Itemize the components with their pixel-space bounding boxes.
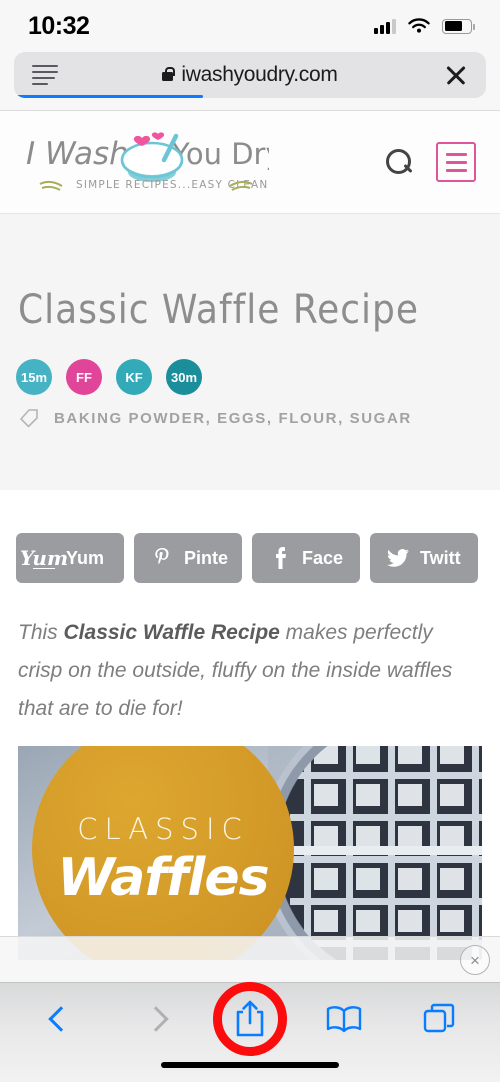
reader-mode-icon[interactable] [32, 64, 58, 86]
toolbar-icons [0, 982, 500, 1056]
recipe-image[interactable]: CLASSIC Waffles [18, 746, 482, 960]
hamburger-menu-icon[interactable] [436, 142, 476, 182]
page-load-progress-bar [14, 94, 203, 98]
recipe-badges: 15m FF KF 30m [16, 359, 202, 395]
facebook-icon [269, 547, 291, 569]
share-button-label: Pinte [184, 547, 229, 568]
intro-bold-title: Classic Waffle Recipe [63, 621, 280, 644]
site-logo[interactable]: I Wash You Dry SIMPLE RECIPES...EASY CLE… [24, 126, 284, 198]
back-chevron-icon [48, 1006, 74, 1032]
recipe-tags-text: BAKING POWDER, EGGS, FLOUR, SUGAR [54, 409, 412, 427]
tabs-icon [423, 1003, 454, 1033]
share-button-pinterest[interactable]: Pinte [134, 533, 242, 583]
forward-chevron-icon [142, 1006, 169, 1032]
search-icon[interactable] [384, 147, 414, 177]
close-icon[interactable]: × [460, 945, 490, 975]
lock-icon [162, 66, 176, 81]
share-button-label: Twitt [420, 547, 461, 568]
badge-line-2: Waffles [57, 848, 269, 908]
tabs-button[interactable] [411, 991, 467, 1047]
social-share-row: Yum Yum Pinte Face Twitt [16, 533, 478, 583]
status-bar: 10:32 [0, 0, 500, 52]
badge-line-1: CLASSIC [77, 812, 249, 846]
browser-window: 10:32 iwashyoudry.com I Wash You Dr SIMP… [0, 0, 500, 1082]
share-button-label: Yum [66, 547, 105, 568]
bookmarks-button[interactable] [316, 991, 372, 1047]
url-text: iwashyoudry.com [181, 63, 338, 86]
yum-icon: Yum [19, 545, 69, 570]
recipe-badge[interactable]: FF [66, 359, 102, 395]
share-button-label: Face [302, 547, 344, 568]
bookmarks-book-icon [327, 1006, 362, 1033]
svg-text:SIMPLE RECIPES...EASY CLEANUP: SIMPLE RECIPES...EASY CLEANUP [76, 179, 269, 191]
status-bar-clock: 10:32 [28, 11, 90, 40]
ad-overlay-bar: × [0, 936, 500, 982]
url-bar-container: iwashyoudry.com [0, 52, 500, 110]
share-button-yum[interactable]: Yum Yum [16, 533, 124, 583]
back-button[interactable] [33, 991, 89, 1047]
url-display: iwashyoudry.com [14, 63, 486, 87]
classic-waffles-badge: CLASSIC Waffles [32, 746, 294, 960]
svg-text:You Dry: You Dry [171, 137, 269, 171]
recipe-tags: BAKING POWDER, EGGS, FLOUR, SUGAR [18, 407, 412, 429]
recipe-badge[interactable]: KF [116, 359, 152, 395]
wifi-icon [408, 17, 430, 33]
tag-icon [19, 409, 38, 428]
status-bar-indicators [374, 17, 475, 35]
twitter-icon [387, 549, 409, 567]
svg-text:I Wash: I Wash [26, 136, 129, 172]
highlight-ring-annotation [212, 982, 287, 1056]
pinterest-icon [151, 548, 173, 568]
page-title: Classic Waffle Recipe [18, 287, 419, 333]
intro-before: This [18, 621, 64, 644]
recipe-badge[interactable]: 15m [16, 359, 52, 395]
share-button[interactable] [212, 982, 287, 1056]
site-header: I Wash You Dry SIMPLE RECIPES...EASY CLE… [0, 111, 500, 214]
browser-toolbar [0, 982, 500, 1082]
forward-button [128, 991, 184, 1047]
cellular-signal-icon [374, 18, 396, 34]
share-button-facebook[interactable]: Face [252, 533, 360, 583]
stop-loading-close-icon[interactable] [444, 63, 468, 87]
recipe-hero-section: Classic Waffle Recipe 15m FF KF 30m BAKI… [0, 214, 500, 490]
share-button-twitter[interactable]: Twitt [370, 533, 478, 583]
battery-icon [442, 18, 475, 34]
header-actions [384, 142, 476, 182]
recipe-intro-paragraph: This Classic Waffle Recipe makes perfect… [18, 614, 480, 728]
home-indicator [161, 1062, 339, 1068]
recipe-badge[interactable]: 30m [166, 359, 202, 395]
address-bar[interactable]: iwashyoudry.com [14, 52, 486, 98]
